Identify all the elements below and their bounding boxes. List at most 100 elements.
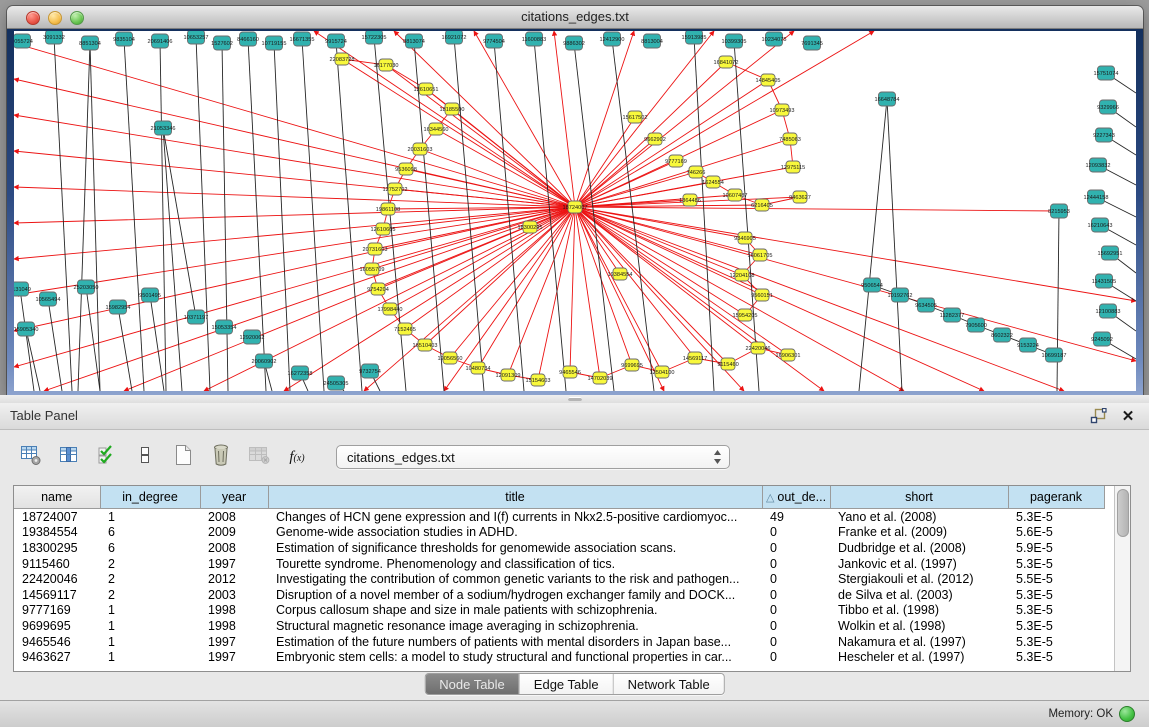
graph-edge-red[interactable] bbox=[570, 207, 575, 372]
table-selector-dropdown[interactable]: citations_edges.txt bbox=[336, 445, 730, 469]
table-row[interactable]: 1830029562008Estimation of significance … bbox=[14, 540, 1104, 556]
split-pane-divider[interactable] bbox=[0, 395, 1149, 403]
graph-node-label: 9227343 bbox=[1093, 133, 1115, 139]
graph-edge-red[interactable] bbox=[508, 207, 575, 375]
graph-edge-red[interactable] bbox=[44, 207, 575, 391]
graph-node-label: 9754204 bbox=[367, 287, 389, 293]
network-window: citations_edges.txt 20557243091332885130… bbox=[7, 6, 1143, 395]
table-row[interactable]: 977716911998Corpus callosum shape and si… bbox=[14, 603, 1104, 619]
table-cell: 5.3E-5 bbox=[1008, 587, 1104, 603]
graph-node-label: 16841072 bbox=[714, 60, 739, 66]
graph-node-label: 12093832 bbox=[1086, 163, 1111, 169]
graph-edge-red[interactable] bbox=[575, 31, 794, 207]
network-canvas[interactable]: 2055724309133288513049835104206914061065… bbox=[14, 31, 1136, 391]
graph-edge-red[interactable] bbox=[575, 139, 790, 207]
graph-edge-black[interactable] bbox=[1057, 211, 1059, 391]
graph-edge-red[interactable] bbox=[14, 79, 575, 207]
graph-edge-red[interactable] bbox=[364, 207, 575, 391]
graph-edge-black[interactable] bbox=[734, 41, 759, 391]
graph-edge-red[interactable] bbox=[390, 207, 575, 309]
graph-node-label: 15154603 bbox=[526, 378, 551, 384]
table-row[interactable]: 1872400712008Changes of HCN gene express… bbox=[14, 509, 1104, 525]
vertical-scrollbar[interactable] bbox=[1114, 486, 1130, 671]
memory-status-indicator[interactable] bbox=[1119, 706, 1135, 722]
graph-node-label: 12444158 bbox=[1084, 195, 1109, 201]
table-row[interactable]: 911546021997Tourette syndrome. Phenomeno… bbox=[14, 556, 1104, 572]
table-row[interactable]: 1938455462009Genome-wide association stu… bbox=[14, 525, 1104, 541]
table-row[interactable]: 2242004622012Investigating the contribut… bbox=[14, 571, 1104, 587]
table-panel-titlebar: Table Panel ✕ bbox=[0, 403, 1149, 430]
graph-edge-black[interactable] bbox=[887, 99, 902, 391]
toggle-row-height-button[interactable] bbox=[132, 444, 158, 470]
graph-edge-black[interactable] bbox=[336, 41, 362, 391]
graph-edge-black[interactable] bbox=[160, 41, 166, 391]
table-row[interactable]: 1456911722003Disruption of a novel membe… bbox=[14, 587, 1104, 603]
graph-node-label: 16921072 bbox=[442, 35, 467, 41]
graph-edge-red[interactable] bbox=[14, 187, 575, 207]
graph-edge-red[interactable] bbox=[342, 59, 575, 207]
graph-edge-red[interactable] bbox=[575, 207, 632, 365]
column-header-year[interactable]: year bbox=[200, 486, 268, 509]
divider-grip[interactable] bbox=[568, 397, 582, 401]
new-column-button[interactable] bbox=[170, 444, 196, 470]
graph-edge-black[interactable] bbox=[48, 299, 62, 391]
scrollbar-thumb[interactable] bbox=[1117, 489, 1129, 537]
table-cell: 18300295 bbox=[14, 540, 100, 556]
graph-edge-red[interactable] bbox=[124, 207, 575, 391]
table-cell: 5.5E-5 bbox=[1008, 571, 1104, 587]
graph-node-label: 2055724 bbox=[14, 39, 33, 45]
column-header-pagerank[interactable]: pagerank bbox=[1008, 486, 1104, 509]
float-panel-button[interactable] bbox=[1089, 407, 1107, 425]
table-row[interactable]: 946362711997Embryonic stem cells: a mode… bbox=[14, 649, 1104, 665]
close-panel-button[interactable]: ✕ bbox=[1119, 407, 1137, 425]
table-cell: 2012 bbox=[200, 571, 268, 587]
table-row[interactable]: 969969511998Structural magnetic resonanc… bbox=[14, 618, 1104, 634]
graph-edge-red[interactable] bbox=[452, 109, 575, 207]
graph-edge-black[interactable] bbox=[274, 43, 290, 391]
column-header-in_degree[interactable]: in_degree bbox=[100, 486, 200, 509]
column-header-short[interactable]: short bbox=[830, 486, 1008, 509]
graph-node-label: 10973493 bbox=[770, 108, 795, 114]
graph-edge-black[interactable] bbox=[90, 43, 100, 391]
select-all-rows-button[interactable] bbox=[94, 444, 120, 470]
column-header-name[interactable]: name bbox=[14, 486, 100, 509]
graph-node-label: 15053354 bbox=[212, 325, 237, 331]
table-cell: 5.3E-5 bbox=[1008, 649, 1104, 665]
column-header-label: out_de... bbox=[777, 490, 826, 504]
graph-edge-black[interactable] bbox=[20, 289, 34, 391]
graph-node-label: 9346905 bbox=[734, 236, 756, 242]
graph-edge-red[interactable] bbox=[14, 115, 575, 207]
function-builder-button[interactable]: f(x) bbox=[284, 444, 310, 470]
graph-node-label: 18300295 bbox=[518, 225, 543, 231]
tab-node-table[interactable]: Node Table bbox=[425, 674, 519, 694]
graph-node-label: 16648784 bbox=[875, 97, 900, 103]
graph-edge-red[interactable] bbox=[284, 207, 575, 391]
graph-node-label: 15692951 bbox=[1098, 251, 1123, 257]
graph-edge-black[interactable] bbox=[454, 37, 484, 391]
tab-network-table[interactable]: Network Table bbox=[613, 674, 724, 694]
column-header-title[interactable]: title bbox=[268, 486, 762, 509]
graph-edge-black[interactable] bbox=[859, 99, 887, 391]
graph-edge-black[interactable] bbox=[124, 39, 144, 391]
graph-edge-red[interactable] bbox=[575, 207, 1136, 361]
tab-edge-table[interactable]: Edge Table bbox=[519, 674, 613, 694]
graph-node-label: 10480734 bbox=[466, 366, 491, 372]
graph-edge-red[interactable] bbox=[425, 207, 575, 345]
table-mode-button[interactable] bbox=[18, 444, 44, 470]
graph-edge-black[interactable] bbox=[694, 37, 714, 391]
graph-node-label: 10699187 bbox=[1042, 353, 1067, 359]
graph-edge-black[interactable] bbox=[163, 128, 196, 317]
graph-edge-red[interactable] bbox=[474, 31, 575, 207]
graph-edge-red[interactable] bbox=[554, 31, 575, 207]
graph-edge-black[interactable] bbox=[150, 295, 164, 391]
delete-column-button[interactable] bbox=[208, 444, 234, 470]
graph-edge-black[interactable] bbox=[118, 307, 132, 391]
graph-node-label: 12204108 bbox=[730, 273, 755, 279]
graph-node-label: 12100883 bbox=[1096, 309, 1121, 315]
graph-edge-red[interactable] bbox=[575, 207, 1059, 211]
graph-edge-red[interactable] bbox=[575, 80, 768, 207]
column-visibility-button[interactable] bbox=[56, 444, 82, 470]
graph-node-label: 7485063 bbox=[779, 137, 801, 143]
column-header-out_de[interactable]: △out_de... bbox=[762, 486, 830, 509]
table-row[interactable]: 946554611997Estimation of the future num… bbox=[14, 634, 1104, 650]
